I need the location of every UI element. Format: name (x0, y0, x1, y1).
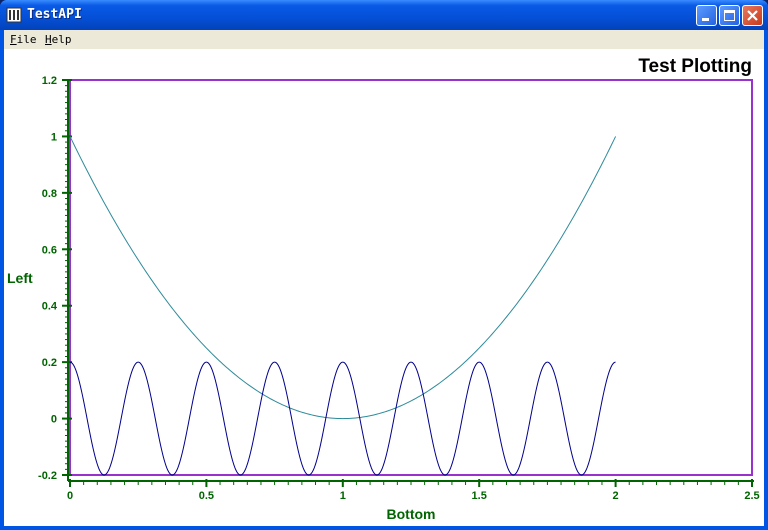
y-tick-label: 0 (51, 414, 57, 426)
y-tick-label: 0.2 (42, 357, 57, 369)
x-tick-label: 0.5 (199, 490, 214, 502)
y-axis-label: Left (7, 270, 33, 286)
menu-file[interactable]: File (10, 33, 37, 46)
y-tick-label: 0.8 (42, 188, 57, 200)
minimize-button[interactable] (696, 5, 717, 26)
menu-help[interactable]: Help (45, 33, 72, 46)
close-button[interactable] (742, 5, 763, 26)
x-tick-label: 2.5 (744, 490, 759, 502)
maximize-button[interactable] (719, 5, 740, 26)
close-icon (747, 10, 758, 21)
x-tick-label: 0 (67, 490, 73, 502)
x-tick-label: 2 (613, 490, 619, 502)
menu-help-accel: H (45, 33, 52, 46)
x-tick-label: 1 (340, 490, 346, 502)
menu-file-accel: F (10, 33, 17, 46)
title-bar[interactable]: TestAPI (0, 0, 768, 30)
x-axis-label: Bottom (387, 506, 436, 522)
app-icon (6, 7, 22, 23)
app-window: TestAPI File Help Test Plotting Left Bot… (0, 0, 768, 530)
window-title: TestAPI (27, 7, 82, 22)
plot-area: Test Plotting Left Bottom -0.2 0 0.2 0.4 0.6… (4, 49, 764, 526)
maximize-icon (724, 10, 735, 21)
y-tick-label: 1 (51, 131, 57, 143)
parabola-series-line (69, 136, 617, 420)
y-tick-label: 0.4 (42, 301, 58, 313)
menu-bar: File Help (4, 30, 764, 49)
y-tick-label: 1.2 (42, 75, 57, 87)
minimize-icon (702, 18, 709, 21)
line-chart: Test Plotting Left Bottom -0.2 0 0.2 0.4 0.6… (7, 56, 760, 522)
y-tick-label: 0.6 (42, 244, 57, 256)
plot-frame (69, 79, 753, 476)
x-tick-label: 1.5 (472, 490, 487, 502)
y-tick-label: -0.2 (38, 470, 57, 482)
chart-title: Test Plotting (638, 56, 752, 77)
